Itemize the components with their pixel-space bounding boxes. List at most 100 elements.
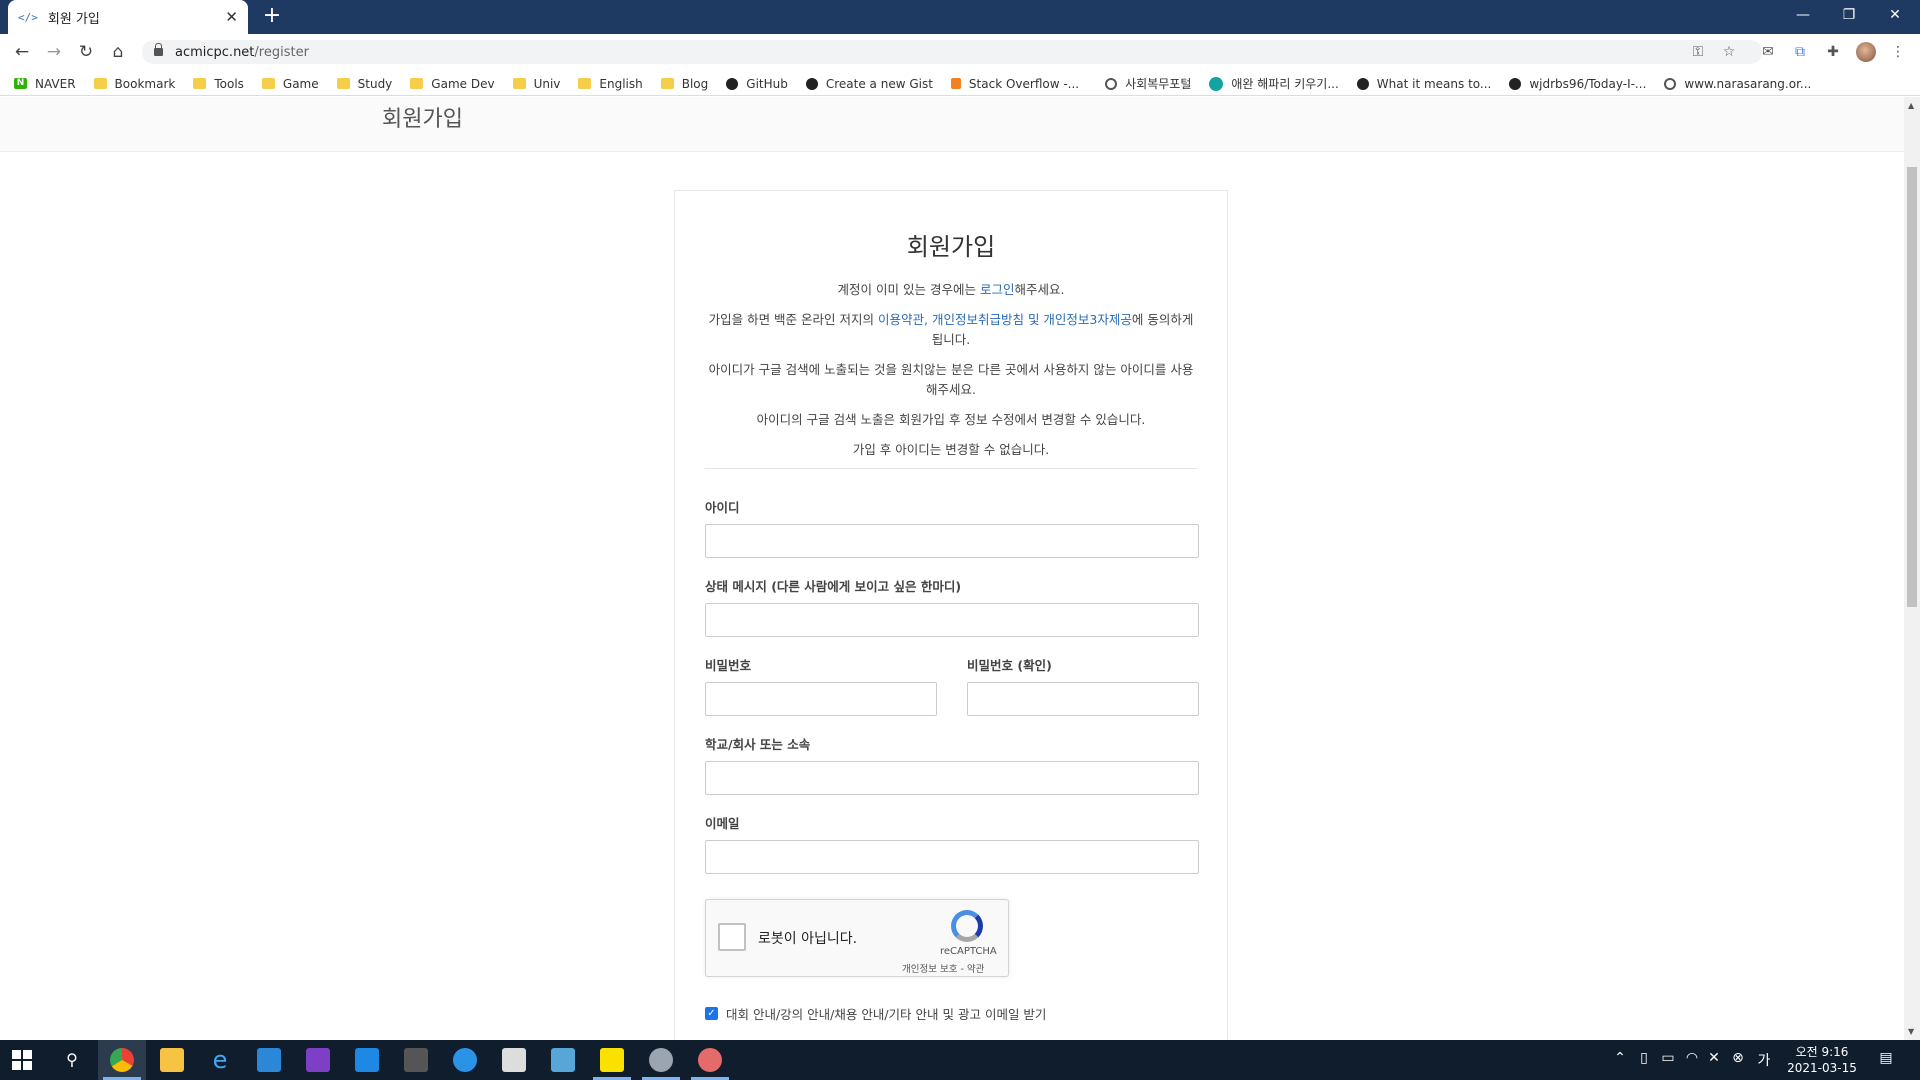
status-field: 상태 메시지 (다른 사람에게 보이고 싶은 한마디) bbox=[705, 576, 1199, 637]
bookmark-stackoverflow[interactable]: Stack Overflow -... bbox=[950, 77, 1079, 91]
restore-window-icon[interactable]: ❐ bbox=[1826, 0, 1872, 34]
settings-app-icon[interactable] bbox=[551, 1048, 575, 1072]
bookmark-link[interactable]: www.narasarang.or... bbox=[1664, 77, 1811, 91]
translate-icon[interactable]: ⧉ bbox=[1790, 42, 1810, 62]
email-consent-checkbox[interactable]: ✓ bbox=[705, 1007, 718, 1020]
id-input[interactable] bbox=[705, 524, 1199, 558]
wordpress-icon bbox=[1209, 76, 1224, 91]
home-icon[interactable]: ⌂ bbox=[106, 40, 130, 64]
note-google: 아이디가 구글 검색에 노출되는 것을 원치않는 분은 다른 곳에서 사용하지 … bbox=[708, 362, 1194, 397]
email-consent: ✓ 대회 안내/강의 안내/채용 안내/기타 안내 및 광고 이메일 받기 bbox=[705, 1004, 1046, 1023]
web-page: 회원가입 회원가입 계정이 이미 있는 경우에는 로그인해주세요. 가입을 하면… bbox=[0, 97, 1920, 1041]
folder-icon bbox=[578, 78, 592, 89]
extensions-icon[interactable]: ✚ bbox=[1823, 42, 1843, 62]
forward-arrow-icon[interactable]: → bbox=[42, 40, 66, 64]
github-icon bbox=[726, 77, 739, 90]
bookmark-naver[interactable]: N NAVER bbox=[14, 77, 76, 91]
bookmark-link[interactable]: What it means to... bbox=[1356, 77, 1491, 91]
edge-icon[interactable]: e bbox=[208, 1048, 232, 1072]
bookmark-star-icon[interactable]: ☆ bbox=[1719, 42, 1739, 62]
terms-link-sep: 및 bbox=[1023, 312, 1044, 327]
recaptcha-logo-icon bbox=[951, 910, 983, 942]
back-arrow-icon[interactable]: ← bbox=[10, 40, 34, 64]
school-input[interactable] bbox=[705, 761, 1199, 795]
recaptcha-terms-link[interactable]: 개인정보 보호 - 약관 bbox=[902, 961, 984, 975]
address-bar[interactable]: acmicpc.net /register bbox=[142, 40, 1762, 64]
bookmark-folder[interactable]: English bbox=[578, 77, 643, 91]
login-link[interactable]: 로그인 bbox=[980, 282, 1015, 297]
kakaotalk-icon[interactable] bbox=[600, 1048, 624, 1072]
app-icon[interactable] bbox=[453, 1048, 477, 1072]
recaptcha-checkbox[interactable] bbox=[718, 923, 746, 951]
minimize-window-icon[interactable]: — bbox=[1780, 0, 1826, 34]
scrollbar-thumb[interactable] bbox=[1907, 167, 1917, 607]
visual-studio-icon[interactable] bbox=[306, 1048, 330, 1072]
school-label: 학교/회사 또는 소속 bbox=[705, 737, 811, 752]
new-tab-button[interactable]: + bbox=[260, 5, 284, 29]
chrome-icon[interactable] bbox=[110, 1048, 134, 1072]
profile-avatar[interactable] bbox=[1856, 42, 1876, 62]
bookmark-folder[interactable]: Tools bbox=[193, 77, 244, 91]
email-field: 이메일 bbox=[705, 813, 1199, 874]
bookmark-folder[interactable]: Study bbox=[336, 77, 392, 91]
note-login: 계정이 이미 있는 경우에는 로그인해주세요. bbox=[837, 282, 1065, 297]
bookmark-link[interactable]: 애완 해파리 키우기... bbox=[1209, 75, 1339, 92]
tray-chevron-icon[interactable]: ⌃ bbox=[1612, 1050, 1628, 1066]
file-explorer-icon[interactable] bbox=[160, 1048, 184, 1072]
bookmark-folder[interactable]: Game Dev bbox=[410, 77, 495, 91]
search-icon[interactable]: ⚲ bbox=[62, 1050, 82, 1070]
folder-icon bbox=[660, 78, 674, 89]
bookmark-gist[interactable]: Create a new Gist bbox=[805, 77, 933, 91]
unity-icon[interactable] bbox=[404, 1048, 428, 1072]
mail-icon[interactable]: ✉ bbox=[1758, 42, 1778, 62]
wifi-icon[interactable]: ◠ bbox=[1684, 1050, 1700, 1066]
app-icon[interactable] bbox=[698, 1048, 722, 1072]
terms-link-sep: , bbox=[924, 312, 932, 327]
email-consent-label: 대회 안내/강의 안내/채용 안내/기타 안내 및 광고 이메일 받기 bbox=[726, 1007, 1047, 1022]
close-tab-icon[interactable]: ✕ bbox=[225, 8, 238, 26]
recaptcha-text: 로봇이 아닙니다. bbox=[758, 931, 858, 947]
bookmark-link[interactable]: wjdrbs96/Today-I-... bbox=[1509, 77, 1646, 91]
browser-tab[interactable]: </> 회원 가입 ✕ bbox=[8, 0, 248, 34]
password-label: 비밀번호 bbox=[705, 658, 752, 673]
terms-link[interactable]: 이용약관 bbox=[878, 312, 924, 327]
status-input[interactable] bbox=[705, 603, 1199, 637]
app-icon[interactable] bbox=[649, 1048, 673, 1072]
menu-kebab-icon[interactable]: ⋮ bbox=[1888, 42, 1908, 62]
note-google-change: 아이디의 구글 검색 노출은 회원가입 후 정보 수정에서 변경할 수 있습니다… bbox=[756, 412, 1146, 427]
ime-korean-icon[interactable]: 가 bbox=[1756, 1050, 1772, 1070]
scroll-up-icon[interactable]: ▲ bbox=[1908, 101, 1914, 110]
vscode-icon[interactable] bbox=[355, 1048, 379, 1072]
id-label: 아이디 bbox=[705, 500, 740, 515]
password-input[interactable] bbox=[705, 682, 937, 716]
scroll-down-icon[interactable]: ▼ bbox=[1908, 1027, 1914, 1036]
page-scrollbar[interactable]: ▲ ▼ bbox=[1904, 97, 1920, 1041]
close-window-icon[interactable]: ✕ bbox=[1872, 0, 1918, 34]
email-label: 이메일 bbox=[705, 816, 740, 831]
email-input[interactable] bbox=[705, 840, 1199, 874]
key-icon[interactable]: ⚿ bbox=[1688, 42, 1708, 62]
bookmark-link[interactable]: 사회복무포털 bbox=[1105, 75, 1191, 92]
tray-status-icon[interactable]: ⊗ bbox=[1730, 1050, 1746, 1066]
bookmark-folder[interactable]: Bookmark bbox=[93, 77, 175, 91]
store-icon[interactable] bbox=[257, 1048, 281, 1072]
bookmark-folder[interactable]: Univ bbox=[512, 77, 560, 91]
page-header: 회원가입 bbox=[0, 97, 1904, 152]
bookmark-folder[interactable]: Blog bbox=[660, 77, 708, 91]
privacy-policy-link[interactable]: 개인정보취급방침 bbox=[932, 312, 1024, 327]
battery-icon[interactable]: ▭ bbox=[1660, 1050, 1676, 1066]
typora-icon[interactable] bbox=[502, 1048, 526, 1072]
windows-start-icon[interactable] bbox=[12, 1050, 32, 1070]
third-party-link[interactable]: 개인정보3자제공 bbox=[1043, 312, 1131, 327]
tray-device-icon[interactable]: ▯ bbox=[1636, 1050, 1652, 1066]
password-confirm-input[interactable] bbox=[967, 682, 1199, 716]
notification-icon[interactable]: ▤ bbox=[1878, 1050, 1894, 1066]
bookmark-folder[interactable]: Game bbox=[261, 77, 319, 91]
volume-muted-icon[interactable]: ✕ bbox=[1706, 1050, 1722, 1066]
folder-icon bbox=[512, 78, 526, 89]
url-host: acmicpc.net bbox=[175, 44, 255, 60]
system-clock[interactable]: 오전 9:16 2021-03-15 bbox=[1782, 1044, 1862, 1076]
reload-icon[interactable]: ↻ bbox=[74, 40, 98, 64]
bookmark-github[interactable]: GitHub bbox=[726, 77, 788, 91]
browser-tab-strip: </> 회원 가입 ✕ + — ❐ ✕ bbox=[0, 0, 1920, 34]
